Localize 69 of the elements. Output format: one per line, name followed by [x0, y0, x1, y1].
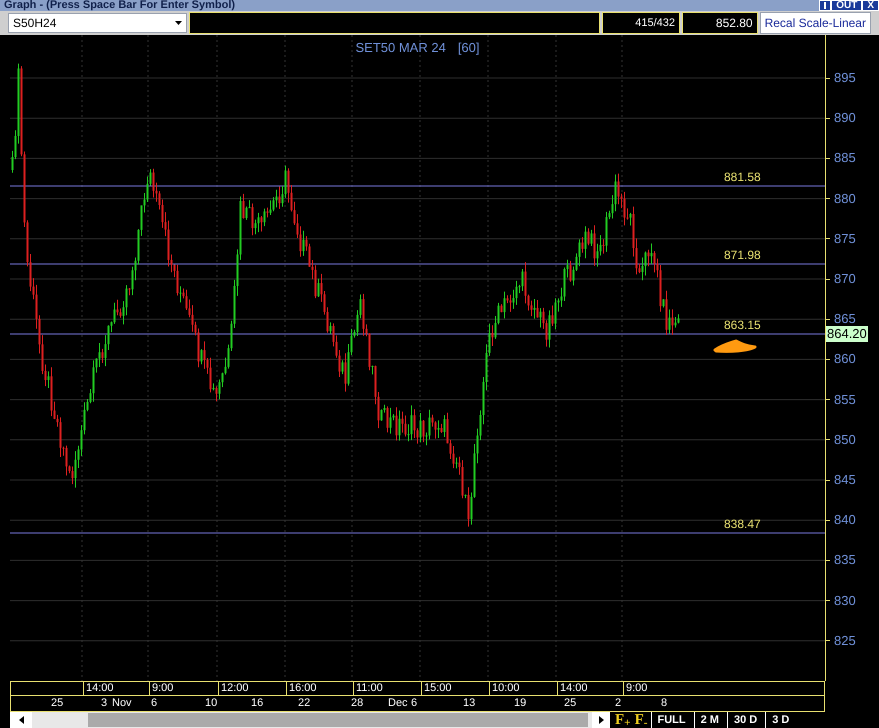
- count-value: 415/432: [635, 16, 675, 31]
- date-label: 25: [564, 696, 576, 711]
- price-value: 852.80: [716, 15, 753, 32]
- date-label: 6: [411, 696, 418, 711]
- date-label: 13: [463, 696, 476, 711]
- date-label: 6: [151, 696, 158, 711]
- price-axis-label: 830: [834, 592, 856, 609]
- date-label: 25: [51, 696, 64, 711]
- price-axis-label: 890: [834, 110, 856, 126]
- scroll-right-button[interactable]: [592, 712, 610, 728]
- price-axis-label: 845: [834, 472, 856, 488]
- price-axis-label: 875: [834, 230, 856, 247]
- time-label: 14:00: [557, 682, 588, 695]
- price-axis-label: 835: [834, 552, 856, 568]
- price-axis-label: 855: [834, 392, 856, 408]
- symbol-dropdown[interactable]: S50H24: [8, 13, 187, 33]
- range-button[interactable]: F$_{-}$: [634, 712, 649, 728]
- price-axis-label: 880: [834, 190, 856, 207]
- range-button[interactable]: FULL: [650, 712, 692, 728]
- time-label: 15:00: [421, 682, 452, 695]
- window-title: Graph - (Press Space Bar For Enter Symbol): [4, 0, 236, 11]
- time-label: 14:00: [83, 682, 114, 695]
- level-label: 838.47: [724, 518, 761, 530]
- date-label: 10: [205, 696, 218, 711]
- time-label: 10:00: [489, 682, 520, 695]
- price-axis-label: 840: [834, 512, 856, 528]
- time-label: 16:00: [286, 682, 317, 695]
- dropdown-caret-icon: [174, 21, 182, 25]
- right-arrow-icon: [598, 716, 604, 724]
- price-axis-label: 895: [834, 70, 856, 86]
- scrollbar-thumb[interactable]: [88, 713, 588, 727]
- price-axis-label: 870: [834, 271, 856, 287]
- scroll-left-button[interactable]: [10, 712, 32, 728]
- window-pin-button[interactable]: [819, 0, 832, 11]
- highlighter-mark: [714, 340, 756, 353]
- date-label: 19: [514, 696, 526, 711]
- price-axis-label: 865: [834, 311, 856, 328]
- level-label: 871.98: [724, 249, 761, 261]
- date-label: 8: [661, 696, 668, 711]
- date-label: 3: [101, 696, 108, 711]
- recal-scale-button[interactable]: Recal Scale-Linear: [760, 12, 871, 34]
- date-label: Dec: [388, 696, 408, 711]
- price-axis-label: 885: [834, 150, 856, 166]
- level-label: 881.58: [724, 171, 761, 183]
- range-button[interactable]: 2 M: [694, 712, 725, 728]
- time-label: 9:00: [149, 682, 174, 695]
- date-label: Nov: [112, 696, 132, 711]
- date-label: 22: [298, 696, 310, 711]
- symbol-value: S50H24: [13, 15, 56, 32]
- range-button[interactable]: F$_{+}$: [614, 712, 632, 728]
- chart-title: SET50 MAR 24: [355, 39, 446, 57]
- date-label: 28: [351, 696, 364, 711]
- chart-interval: [60]: [458, 39, 480, 57]
- bar-icon: [824, 2, 826, 9]
- time-label: 9:00: [623, 682, 648, 695]
- price-axis-label: 850: [834, 432, 856, 448]
- time-label: 12:00: [218, 682, 249, 695]
- level-label: 863.15: [724, 319, 761, 331]
- left-arrow-icon: [18, 716, 24, 724]
- time-label: 11:00: [353, 682, 383, 695]
- price-axis-label: 860: [834, 351, 856, 368]
- window-control-button[interactable]: OUT: [831, 0, 862, 11]
- price-axis-label: 825: [834, 632, 856, 649]
- last-price-tag: 864.20: [826, 326, 868, 342]
- range-button[interactable]: 30 D: [726, 712, 764, 728]
- date-label: 16: [251, 696, 264, 711]
- date-label: 2: [615, 696, 622, 711]
- range-button[interactable]: 3 D: [765, 712, 796, 728]
- window-control-button[interactable]: X: [862, 0, 879, 11]
